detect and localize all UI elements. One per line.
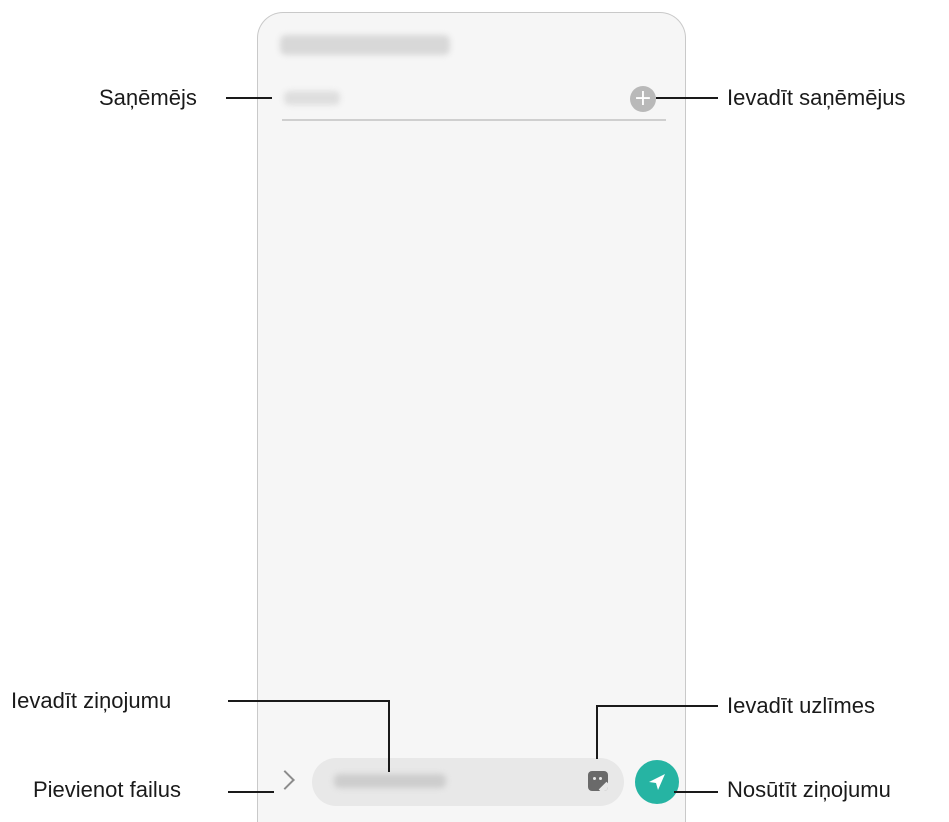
callout-recipient-label: Saņēmējs <box>99 85 197 110</box>
add-recipient-button[interactable]: + <box>630 86 656 112</box>
callout-enter-recipients-line <box>656 97 718 99</box>
send-icon <box>649 774 665 790</box>
sticker-icon[interactable] <box>588 771 608 791</box>
callout-attach-files-line <box>228 791 274 793</box>
sticker-icon-eye-left <box>593 777 596 780</box>
callout-enter-message-label: Ievadīt ziņojumu <box>11 688 172 713</box>
callout-recipient-line <box>226 97 272 99</box>
callout-enter-stickers-line-h <box>596 705 718 707</box>
callout-enter-stickers-line-v <box>596 705 598 759</box>
send-button[interactable] <box>635 760 679 804</box>
callout-enter-recipients-label: Ievadīt saņēmējus <box>727 85 906 110</box>
callout-enter-message-line-v <box>388 700 390 772</box>
callout-enter-stickers-label: Ievadīt uzlīmes <box>727 693 875 718</box>
message-placeholder-blurred <box>334 774 446 788</box>
callout-send-message-line <box>674 791 718 793</box>
message-input[interactable] <box>312 758 624 806</box>
screenshot-stage: + Saņēmējs Ievadīt saņēmējus Ievadīt ziņ… <box>0 0 949 822</box>
sticker-icon-eye-right <box>599 777 602 780</box>
chevron-right-icon[interactable] <box>275 770 295 790</box>
conversation-title-blurred <box>280 35 450 55</box>
callout-enter-message-line-h <box>228 700 390 702</box>
recipient-input[interactable] <box>284 91 340 105</box>
callout-attach-files-label: Pievienot failus <box>33 777 181 802</box>
recipient-divider <box>282 119 666 121</box>
callout-send-message-label: Nosūtīt ziņojumu <box>727 777 891 802</box>
